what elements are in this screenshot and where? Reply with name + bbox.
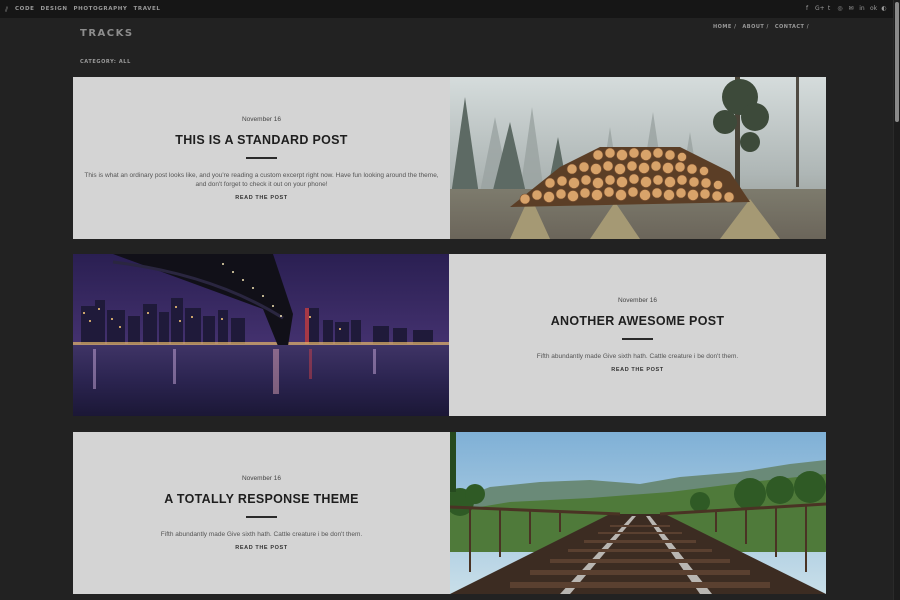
read-post-link[interactable]: READ THE POST [235, 195, 287, 201]
post-title[interactable]: ANOTHER AWESOME POST [551, 314, 725, 328]
nav-slashes: // [5, 5, 8, 13]
top-bar: // CODE DESIGN PHOTOGRAPHY TRAVEL f G+ t… [0, 0, 893, 18]
post-excerpt: This is what an ordinary post looks like… [84, 171, 439, 189]
nav-link-design[interactable]: DESIGN [40, 6, 67, 12]
post-text-panel: November 16 ANOTHER AWESOME POST Fifth a… [449, 254, 826, 416]
social-links: f G+ t ◎ ✉ in ok ◐ [804, 6, 887, 12]
page-scrollbar[interactable] [893, 0, 900, 600]
google-plus-icon[interactable]: G+ [815, 6, 825, 12]
read-post-link[interactable]: READ THE POST [611, 367, 663, 373]
nav-link-code[interactable]: CODE [15, 6, 34, 12]
nav-link-travel[interactable]: TRAVEL [134, 6, 161, 12]
post-excerpt: Fifth abundantly made Give sixth hath. C… [160, 531, 363, 539]
post-card: November 16 ANOTHER AWESOME POST Fifth a… [73, 254, 826, 416]
site-title[interactable]: TRACKS [80, 28, 134, 39]
title-divider [622, 338, 653, 341]
facebook-icon[interactable]: f [804, 6, 810, 12]
twitter-icon[interactable]: t [826, 6, 832, 12]
forest-logs-image[interactable] [450, 77, 826, 239]
post-title[interactable]: THIS IS A STANDARD POST [175, 133, 347, 147]
nav-link-home[interactable]: HOME / [713, 24, 736, 30]
post-excerpt: Fifth abundantly made Give sixth hath. C… [536, 353, 739, 361]
nav-link-photography[interactable]: PHOTOGRAPHY [74, 6, 128, 12]
city-bridge-image[interactable] [73, 254, 449, 416]
github-icon[interactable]: ◐ [881, 6, 887, 12]
title-divider [246, 516, 277, 519]
nav-link-about[interactable]: ABOUT / [742, 24, 768, 30]
post-card: November 16 A TOTALLY RESPONSE THEME Fif… [73, 432, 826, 594]
odnoklassniki-icon[interactable]: ok [870, 6, 877, 12]
instagram-icon[interactable]: ◎ [837, 6, 843, 12]
category-label: CATEGORY: ALL [80, 59, 131, 65]
post-text-panel: November 16 A TOTALLY RESPONSE THEME Fif… [73, 432, 450, 594]
scrollbar-thumb[interactable] [895, 2, 899, 122]
nav-link-contact[interactable]: CONTACT / [775, 24, 809, 30]
railway-tracks-image[interactable] [450, 432, 826, 594]
post-card: November 16 THIS IS A STANDARD POST This… [73, 77, 826, 239]
post-date: November 16 [617, 297, 658, 305]
main-nav: HOME / ABOUT / CONTACT / [713, 24, 809, 30]
post-date: November 16 [241, 115, 282, 123]
post-text-panel: November 16 THIS IS A STANDARD POST This… [73, 77, 450, 239]
title-divider [246, 156, 277, 159]
post-title[interactable]: A TOTALLY RESPONSE THEME [164, 492, 359, 506]
read-post-link[interactable]: READ THE POST [235, 545, 287, 551]
post-date: November 16 [241, 475, 282, 483]
category-nav: // CODE DESIGN PHOTOGRAPHY TRAVEL [5, 6, 161, 13]
email-icon[interactable]: ✉ [848, 6, 854, 12]
linkedin-icon[interactable]: in [859, 6, 865, 12]
